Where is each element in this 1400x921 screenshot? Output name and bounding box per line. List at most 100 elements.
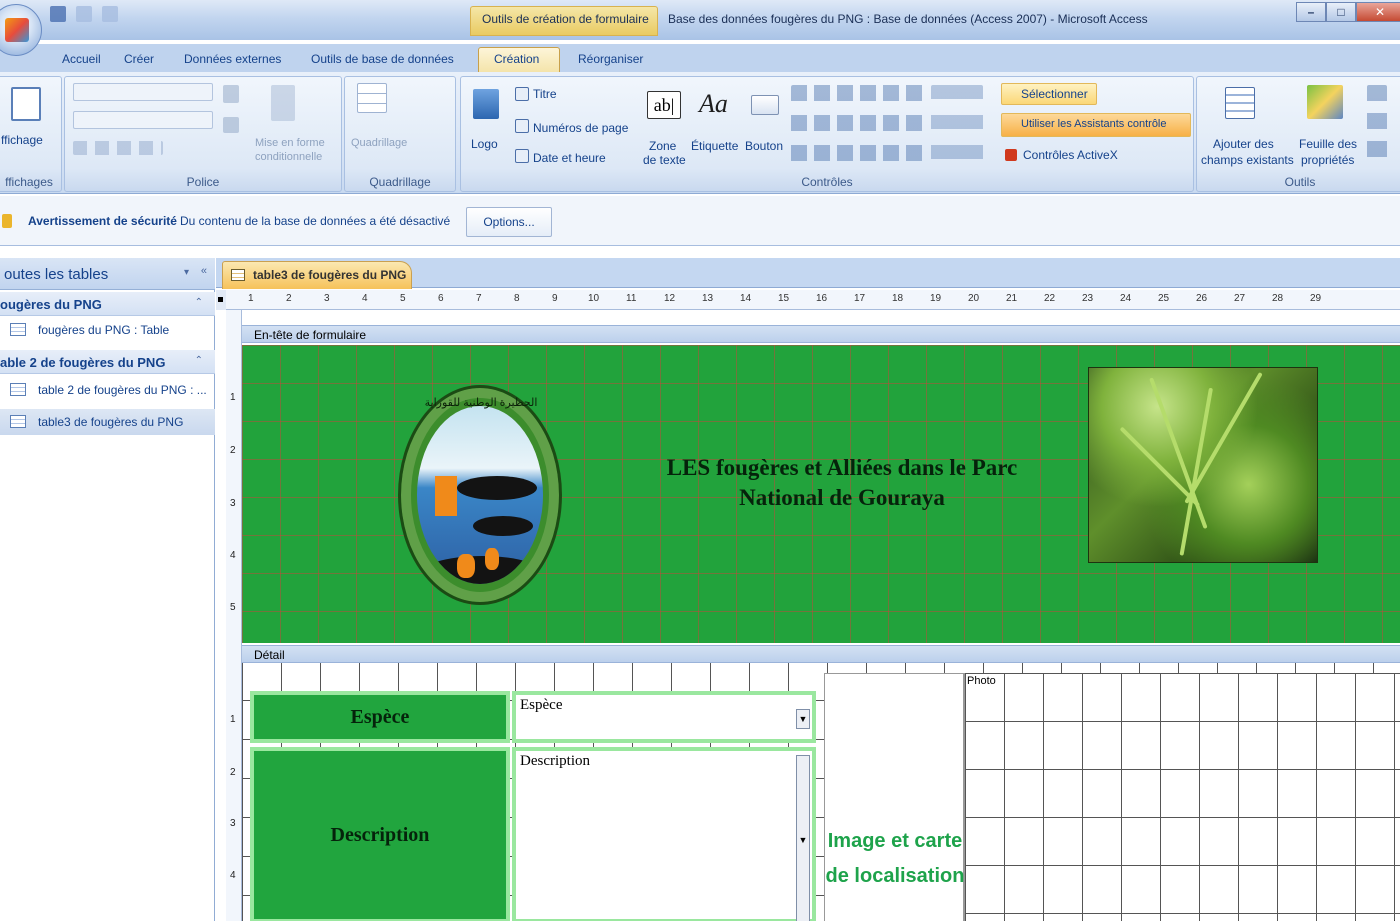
redo-icon[interactable]: [102, 6, 118, 22]
tools-extra-icons[interactable]: [1367, 85, 1387, 165]
nav-header[interactable]: outes les tables ▾ «: [0, 258, 215, 290]
undo-icon[interactable]: [76, 6, 92, 22]
form-icon: [231, 269, 245, 281]
ruler-mark: 1: [248, 293, 254, 304]
group-affichages: ffichage ffichages: [0, 76, 62, 192]
vertical-ruler: 1 2 3 4 5 1 2 3 4: [226, 310, 242, 921]
quadrillage-button[interactable]: Quadrillage: [351, 137, 407, 149]
ruler-mark: 3: [230, 818, 236, 829]
close-button[interactable]: ✕: [1356, 2, 1400, 22]
field-description[interactable]: Description ▼: [512, 747, 816, 921]
etiquette-button[interactable]: Étiquette: [691, 139, 738, 153]
button-control-icon[interactable]: [751, 95, 779, 115]
font-name-select[interactable]: [73, 83, 213, 101]
label-aa-icon[interactable]: Aa: [699, 89, 739, 121]
ruler-mark: 3: [324, 293, 330, 304]
tab-creer[interactable]: Créer: [124, 52, 154, 66]
scrollbar[interactable]: ▼: [796, 755, 810, 921]
tab-outils-bdd[interactable]: Outils de base de données: [311, 52, 454, 66]
nav-item-table3[interactable]: table3 de fougères du PNG: [0, 409, 215, 435]
nav-menu-chevron-icon[interactable]: ▾: [184, 267, 189, 278]
ruler-mark: 4: [362, 293, 368, 304]
nav-item-table2[interactable]: table 2 de fougères du PNG : ...: [0, 377, 215, 403]
image-label-box[interactable]: Image et carte de localisation: [824, 673, 964, 921]
control-gallery-icons[interactable]: [791, 85, 925, 169]
section-bar-detail[interactable]: Détail: [242, 645, 1400, 663]
conditional-format-icon[interactable]: [271, 85, 295, 121]
font-size-select[interactable]: [73, 111, 213, 129]
de-texte-label[interactable]: de texte: [643, 153, 686, 167]
photo-label: Photo: [967, 675, 996, 687]
fill-color-icon[interactable]: [223, 117, 239, 133]
zone-label[interactable]: Zone: [649, 139, 676, 153]
selectionner-button[interactable]: Sélectionner: [1021, 87, 1088, 101]
mise-en-forme-label[interactable]: Mise en forme: [255, 137, 325, 149]
activex-button[interactable]: Contrôles ActiveX: [1023, 148, 1118, 162]
ruler-mark: 2: [230, 445, 236, 456]
label-espece[interactable]: Espèce: [250, 691, 510, 743]
document-tab-table3[interactable]: table3 de fougères du PNG: [222, 261, 412, 289]
form-selector[interactable]: [216, 290, 226, 310]
textbox-icon[interactable]: ab|: [647, 91, 681, 119]
section-bar-header[interactable]: En-tête de formulaire: [242, 325, 1400, 343]
ruler-mark: 8: [514, 293, 520, 304]
date-time-icon[interactable]: [515, 149, 529, 163]
ajouter-des-label[interactable]: Ajouter des: [1213, 137, 1274, 151]
form-header-section[interactable]: الحظيرة الوطنية للقوراية LES fougères et…: [242, 345, 1400, 643]
nav-item-label: fougères du PNG : Table: [38, 323, 170, 337]
feuille-des-label[interactable]: Feuille des: [1299, 137, 1357, 151]
ruler-mark: 16: [816, 293, 828, 304]
combo-espece[interactable]: Espèce ▼: [512, 691, 816, 743]
tab-creation[interactable]: Création: [494, 52, 539, 66]
form-header-title[interactable]: LES fougères et Alliées dans le Parc Nat…: [622, 453, 1062, 513]
titre-button[interactable]: Titre: [533, 87, 557, 101]
security-warning-message: Du contenu de la base de données a été d…: [180, 214, 451, 228]
logo-button[interactable]: Logo: [471, 137, 498, 151]
nav-group-fougeres[interactable]: ougères du PNG ⌃: [0, 292, 215, 316]
nav-item-fougeres-table[interactable]: fougères du PNG : Table: [0, 317, 215, 343]
nav-group-table2[interactable]: able 2 de fougères du PNG ⌃: [0, 350, 215, 374]
title-icon[interactable]: [515, 87, 529, 101]
tab-reorganiser[interactable]: Réorganiser: [578, 52, 643, 66]
group-collapse-icon[interactable]: ⌃: [195, 355, 203, 366]
conditionnelle-label[interactable]: conditionnelle: [255, 151, 322, 163]
control-extra-icons[interactable]: [931, 85, 983, 169]
bouton-button[interactable]: Bouton: [745, 139, 783, 153]
champs-existants-label[interactable]: champs existants: [1201, 153, 1294, 167]
ruler-mark: 3: [230, 498, 236, 509]
group-collapse-icon[interactable]: ⌃: [195, 297, 203, 308]
numeros-page-button[interactable]: Numéros de page: [533, 121, 628, 135]
assistants-button[interactable]: Utiliser les Assistants contrôle: [1021, 118, 1167, 130]
image-label-text: Image et carte de localisation: [825, 830, 965, 887]
seal-amphora: [457, 554, 475, 578]
date-heure-button[interactable]: Date et heure: [533, 151, 606, 165]
options-button[interactable]: Options...: [466, 207, 552, 237]
dropdown-arrow-icon[interactable]: ▼: [796, 709, 810, 729]
ruler-mark: 27: [1234, 293, 1246, 304]
grid-icon[interactable]: [357, 83, 387, 113]
nav-collapse-icon[interactable]: «: [201, 265, 207, 277]
maximize-button[interactable]: □: [1326, 2, 1356, 22]
proprietes-label[interactable]: propriétés: [1301, 153, 1354, 167]
activex-icon[interactable]: [1005, 149, 1017, 161]
combo-espece-value: Espèce: [520, 697, 563, 713]
tab-donnees-externes[interactable]: Données externes: [184, 52, 281, 66]
photo-control[interactable]: Photo: [964, 673, 1400, 921]
park-seal-logo[interactable]: الحظيرة الوطنية للقوراية: [398, 385, 562, 605]
view-icon[interactable]: [11, 87, 41, 121]
font-color-icon[interactable]: [223, 85, 239, 103]
fern-photo[interactable]: [1088, 367, 1318, 563]
tab-accueil[interactable]: Accueil: [62, 52, 101, 66]
label-description[interactable]: Description: [250, 747, 510, 921]
property-sheet-icon[interactable]: [1307, 85, 1343, 119]
detail-section[interactable]: Espèce Espèce ▼ Description Description …: [242, 663, 1400, 921]
logo-icon[interactable]: [473, 89, 499, 119]
affichage-button[interactable]: ffichage: [1, 133, 43, 147]
save-icon[interactable]: [50, 6, 66, 22]
add-fields-icon[interactable]: [1225, 87, 1255, 119]
seal-shore: [417, 556, 543, 584]
page-number-icon[interactable]: [515, 119, 529, 133]
align-icons[interactable]: [73, 141, 163, 155]
ruler-mark: 28: [1272, 293, 1284, 304]
minimize-button[interactable]: –: [1296, 2, 1326, 22]
